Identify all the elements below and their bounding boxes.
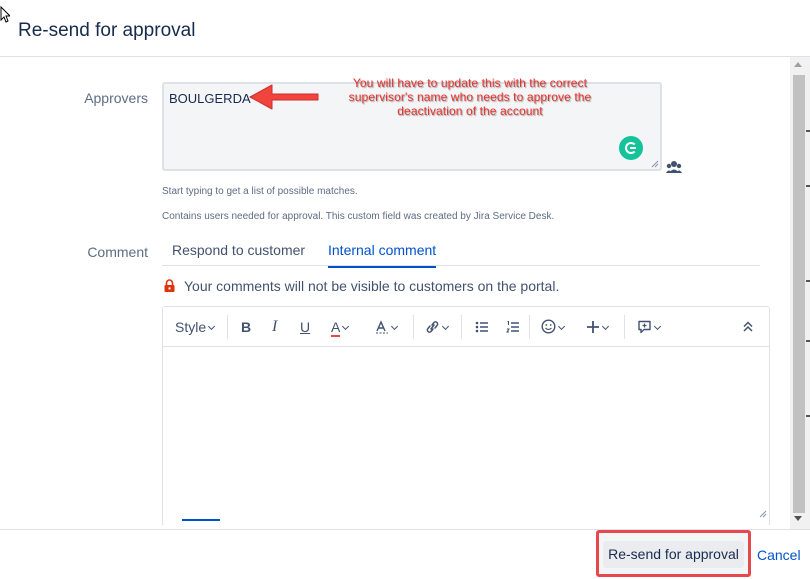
comment-editor: Style B I U A <box>162 306 770 525</box>
numbered-list-icon <box>506 321 519 333</box>
scroll-down-arrow-icon[interactable] <box>794 516 802 521</box>
editor-toolbar: Style B I U A <box>163 307 769 347</box>
toolbar-divider <box>461 315 462 339</box>
dialog-header: Re-send for approval <box>0 0 810 57</box>
text-effects-dropdown[interactable] <box>375 318 399 336</box>
style-dropdown-label: Style <box>175 319 207 335</box>
emoji-icon <box>541 319 556 334</box>
chevron-down-icon <box>557 322 566 331</box>
style-dropdown[interactable]: Style <box>175 318 216 336</box>
insert-comment-icon <box>638 320 651 334</box>
text-color-icon: A <box>331 319 341 335</box>
resend-for-approval-button[interactable]: Re-send for approval <box>596 530 751 577</box>
approvers-value: BOULGERDA <box>169 91 251 106</box>
editor-focus-indicator <box>182 519 220 521</box>
link-dropdown[interactable] <box>425 318 450 336</box>
background-edge <box>806 130 810 430</box>
insert-comment-dropdown[interactable] <box>637 318 662 336</box>
insert-dropdown[interactable] <box>586 318 610 336</box>
comment-text-area[interactable] <box>163 348 769 526</box>
numbered-list-button[interactable] <box>506 318 520 336</box>
italic-button[interactable]: I <box>272 318 277 336</box>
tab-respond-to-customer[interactable]: Respond to customer <box>172 242 305 266</box>
chevron-down-icon <box>441 322 450 331</box>
cancel-link[interactable]: Cancel <box>757 547 801 563</box>
dialog-title: Re-send for approval <box>18 20 196 41</box>
approvers-label: Approvers <box>84 90 148 106</box>
toolbar-divider <box>529 315 530 339</box>
lock-icon <box>164 279 175 292</box>
emoji-dropdown[interactable] <box>541 318 566 336</box>
chevron-down-icon <box>208 322 216 331</box>
chevron-down-icon <box>601 322 610 331</box>
collapse-icon <box>743 321 753 332</box>
chevron-down-icon <box>390 322 399 331</box>
bold-button[interactable]: B <box>241 318 251 336</box>
resend-button-label: Re-send for approval <box>603 541 744 568</box>
grammarly-icon[interactable] <box>619 136 643 160</box>
scrollbar-thumb[interactable] <box>793 75 805 513</box>
collapse-toolbar-button[interactable] <box>743 318 753 336</box>
annotation-callout-text: You will have to update this with the co… <box>348 76 592 118</box>
chevron-down-icon <box>653 322 662 331</box>
tab-internal-comment[interactable]: Internal comment <box>328 242 437 268</box>
comment-label: Comment <box>87 244 148 260</box>
chevron-down-icon <box>342 322 350 331</box>
scroll-up-arrow-icon[interactable] <box>794 62 802 67</box>
bullet-list-icon <box>475 321 488 333</box>
resize-grip-icon[interactable] <box>651 160 659 168</box>
text-effects-icon <box>376 320 388 334</box>
bullet-list-button[interactable] <box>475 318 489 336</box>
approvers-help-text: Start typing to get a list of possible m… <box>162 186 358 197</box>
link-icon <box>426 321 439 333</box>
toolbar-divider <box>413 315 414 339</box>
comment-tabs: Respond to customer Internal comment <box>162 242 760 268</box>
text-color-dropdown[interactable]: A <box>331 318 350 336</box>
resize-grip-icon[interactable] <box>759 510 767 518</box>
toolbar-divider <box>227 315 228 339</box>
toolbar-divider <box>624 315 625 339</box>
underline-button[interactable]: U <box>300 318 310 336</box>
user-picker-icon[interactable] <box>666 160 682 174</box>
annotation-arrow-icon <box>249 84 319 110</box>
approvers-description: Contains users needed for approval. This… <box>162 211 555 222</box>
privacy-note: Your comments will not be visible to cus… <box>184 278 560 294</box>
plus-icon <box>587 321 599 333</box>
